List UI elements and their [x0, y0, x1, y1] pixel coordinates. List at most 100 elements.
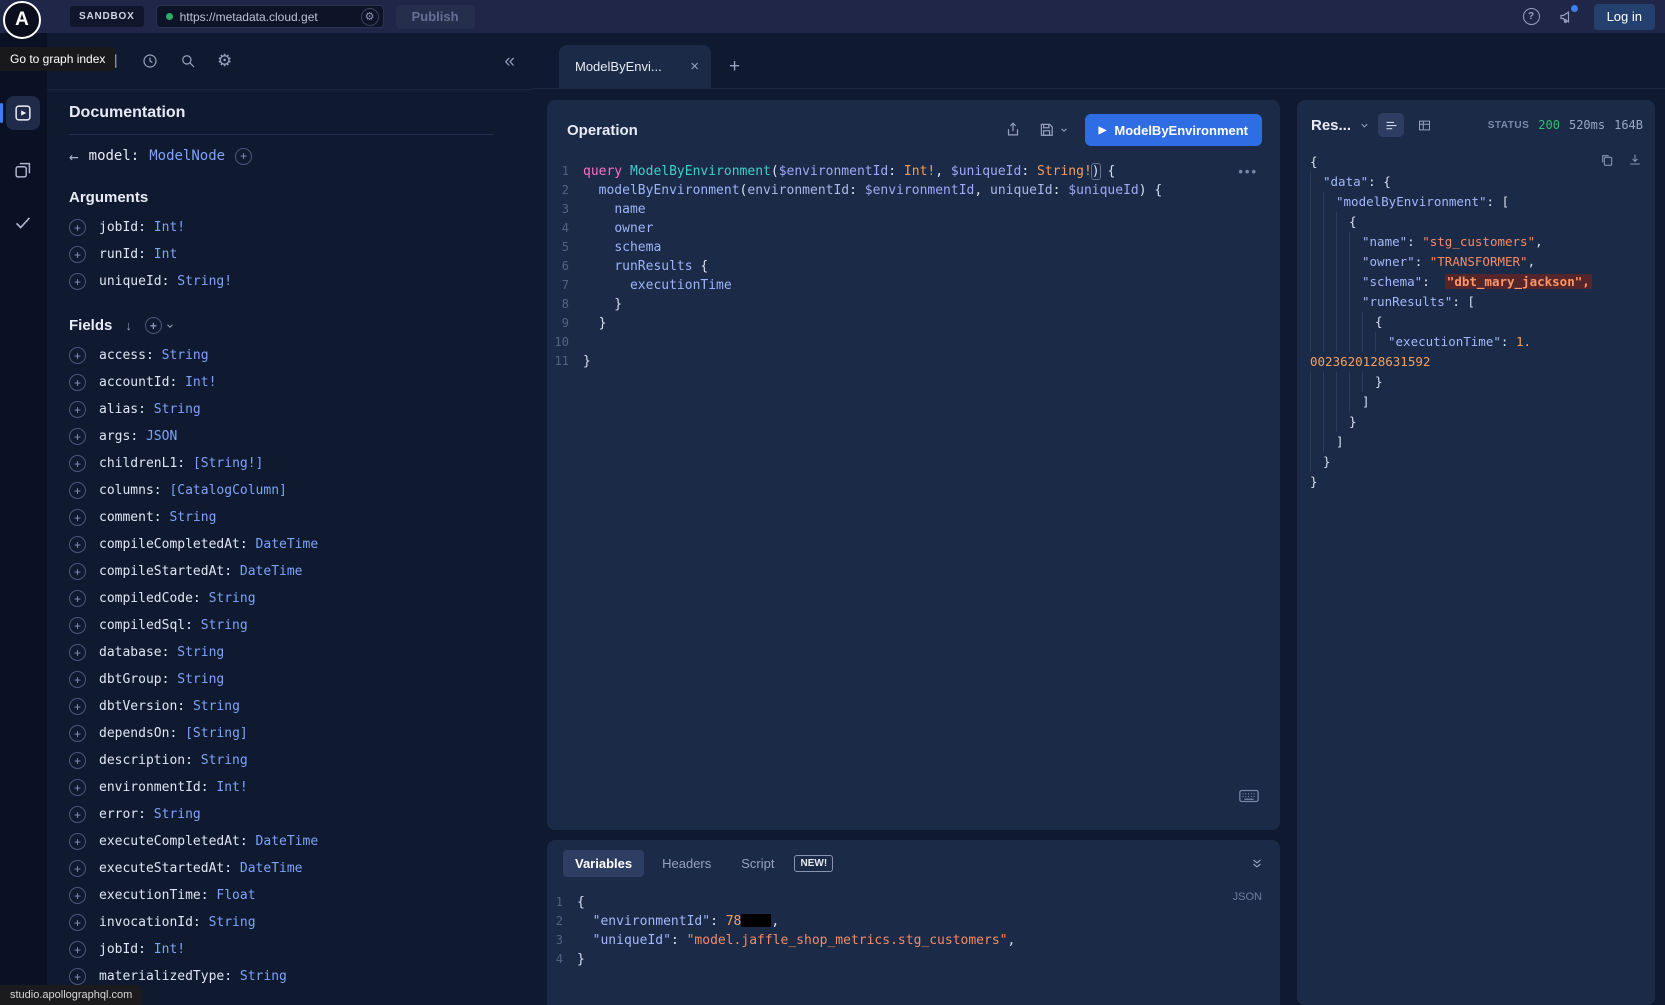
settings-gear-icon[interactable]: ⚙ — [217, 51, 232, 71]
apollo-logo[interactable]: A — [3, 1, 41, 39]
search-icon[interactable] — [179, 52, 197, 70]
explorer-nav-icon[interactable] — [6, 96, 40, 130]
collapse-panel-icon[interactable]: « — [504, 52, 515, 71]
field-row[interactable]: executeCompletedAt DateTime — [69, 828, 493, 855]
add-field-icon[interactable] — [69, 779, 86, 796]
field-row[interactable]: description String — [69, 747, 493, 774]
collections-nav-icon[interactable] — [6, 153, 40, 187]
add-argument-icon[interactable] — [69, 273, 86, 290]
field-row[interactable]: jobId Int! — [69, 936, 493, 963]
back-arrow-icon[interactable]: ← — [69, 147, 79, 166]
share-icon[interactable] — [1004, 121, 1022, 139]
field-row[interactable]: compiledCode String — [69, 585, 493, 612]
checks-nav-icon[interactable] — [6, 205, 40, 239]
field-row[interactable]: dependsOn [String] — [69, 720, 493, 747]
publish-button[interactable]: Publish — [396, 5, 475, 29]
response-menu-chevron-icon[interactable] — [1359, 120, 1370, 131]
keyboard-shortcuts-icon[interactable] — [1238, 788, 1260, 804]
add-field-icon[interactable] — [69, 914, 86, 931]
chevron-down-icon[interactable] — [165, 321, 175, 331]
help-icon[interactable]: ? — [1523, 8, 1540, 25]
argument-row[interactable]: runId Int — [69, 241, 493, 268]
add-model-icon[interactable] — [235, 148, 252, 165]
add-field-icon[interactable] — [69, 617, 86, 634]
graph-url-input[interactable]: https://metadata.cloud.get ⚙ — [156, 5, 384, 28]
notification-dot — [1571, 5, 1578, 12]
variables-editor[interactable]: JSON 1{2 "environmentId": 78,3 "uniqueId… — [547, 885, 1280, 969]
add-field-icon[interactable] — [69, 968, 86, 985]
add-field-icon[interactable] — [69, 374, 86, 391]
add-field-icon[interactable] — [69, 860, 86, 877]
close-tab-icon[interactable]: × — [690, 58, 699, 75]
field-row[interactable]: compileCompletedAt DateTime — [69, 531, 493, 558]
tab-script[interactable]: Script — [729, 850, 786, 877]
field-row[interactable]: error String — [69, 801, 493, 828]
connection-settings-icon[interactable]: ⚙ — [361, 8, 379, 26]
add-field-icon[interactable] — [69, 941, 86, 958]
add-field-icon[interactable] — [69, 887, 86, 904]
code-line: 1query ModelByEnvironment($environmentId… — [547, 162, 1280, 181]
tab-variables[interactable]: Variables — [563, 850, 644, 877]
save-options-chevron-icon[interactable] — [1059, 125, 1069, 135]
add-field-icon[interactable] — [69, 347, 86, 364]
field-row[interactable]: alias String — [69, 396, 493, 423]
field-row[interactable]: executeStartedAt DateTime — [69, 855, 493, 882]
field-row[interactable]: args JSON — [69, 423, 493, 450]
code-line: } — [1310, 472, 1645, 492]
code-line: { — [1310, 312, 1645, 332]
tab-headers[interactable]: Headers — [650, 850, 723, 877]
add-argument-icon[interactable] — [69, 246, 86, 263]
history-icon[interactable] — [141, 52, 159, 70]
operation-editor[interactable]: 1query ModelByEnvironment($environmentId… — [547, 156, 1280, 371]
argument-row[interactable]: jobId Int! — [69, 214, 493, 241]
add-field-icon[interactable] — [69, 563, 86, 580]
field-row[interactable]: columns [CatalogColumn] — [69, 477, 493, 504]
argument-row[interactable]: uniqueId String! — [69, 268, 493, 295]
add-field-icon[interactable] — [69, 455, 86, 472]
model-type-link[interactable]: ModelNode — [149, 148, 225, 164]
field-row[interactable]: database String — [69, 639, 493, 666]
raw-view-icon[interactable] — [1378, 113, 1404, 137]
add-field-icon[interactable] — [69, 509, 86, 526]
field-row[interactable]: compileStartedAt DateTime — [69, 558, 493, 585]
tab-model-by-environment[interactable]: ModelByEnvi... × — [559, 45, 711, 88]
field-row[interactable]: comment String — [69, 504, 493, 531]
add-field-icon[interactable] — [69, 752, 86, 769]
field-row[interactable]: accountId Int! — [69, 369, 493, 396]
graph-url-text[interactable]: https://metadata.cloud.get — [180, 10, 354, 24]
add-field-icon[interactable] — [69, 428, 86, 445]
status-code: 200 — [1538, 118, 1560, 132]
add-field-icon[interactable] — [69, 401, 86, 418]
login-button[interactable]: Log in — [1594, 4, 1655, 30]
new-tab-icon[interactable]: + — [729, 56, 740, 78]
add-field-icon[interactable] — [69, 482, 86, 499]
add-argument-icon[interactable] — [69, 219, 86, 236]
field-row[interactable]: childrenL1 [String!] — [69, 450, 493, 477]
add-field-icon[interactable] — [69, 536, 86, 553]
copy-response-icon[interactable] — [1599, 152, 1615, 168]
field-row[interactable]: access String — [69, 342, 493, 369]
announcements-icon[interactable] — [1558, 8, 1576, 26]
add-field-icon[interactable] — [69, 644, 86, 661]
add-all-fields-icon[interactable] — [145, 317, 162, 334]
add-field-icon[interactable] — [69, 806, 86, 823]
add-field-icon[interactable] — [69, 833, 86, 850]
add-field-icon[interactable] — [69, 725, 86, 742]
field-row[interactable]: dbtGroup String — [69, 666, 493, 693]
field-row[interactable]: compiledSql String — [69, 612, 493, 639]
field-row[interactable]: dbtVersion String — [69, 693, 493, 720]
sort-fields-icon[interactable]: ↓ — [125, 318, 132, 333]
add-field-icon[interactable] — [69, 671, 86, 688]
field-row[interactable]: executionTime Float — [69, 882, 493, 909]
save-icon[interactable] — [1038, 121, 1056, 139]
field-row[interactable]: environmentId Int! — [69, 774, 493, 801]
field-row[interactable]: invocationId String — [69, 909, 493, 936]
collapse-variables-icon[interactable] — [1250, 857, 1264, 871]
download-response-icon[interactable] — [1627, 152, 1643, 168]
table-view-icon[interactable] — [1412, 113, 1436, 137]
add-field-icon[interactable] — [69, 590, 86, 607]
editor-options-icon[interactable]: ••• — [1238, 164, 1258, 179]
run-operation-button[interactable]: ▶ ModelByEnvironment — [1085, 114, 1262, 146]
add-field-icon[interactable] — [69, 698, 86, 715]
code-line: 1{ — [547, 893, 1280, 912]
